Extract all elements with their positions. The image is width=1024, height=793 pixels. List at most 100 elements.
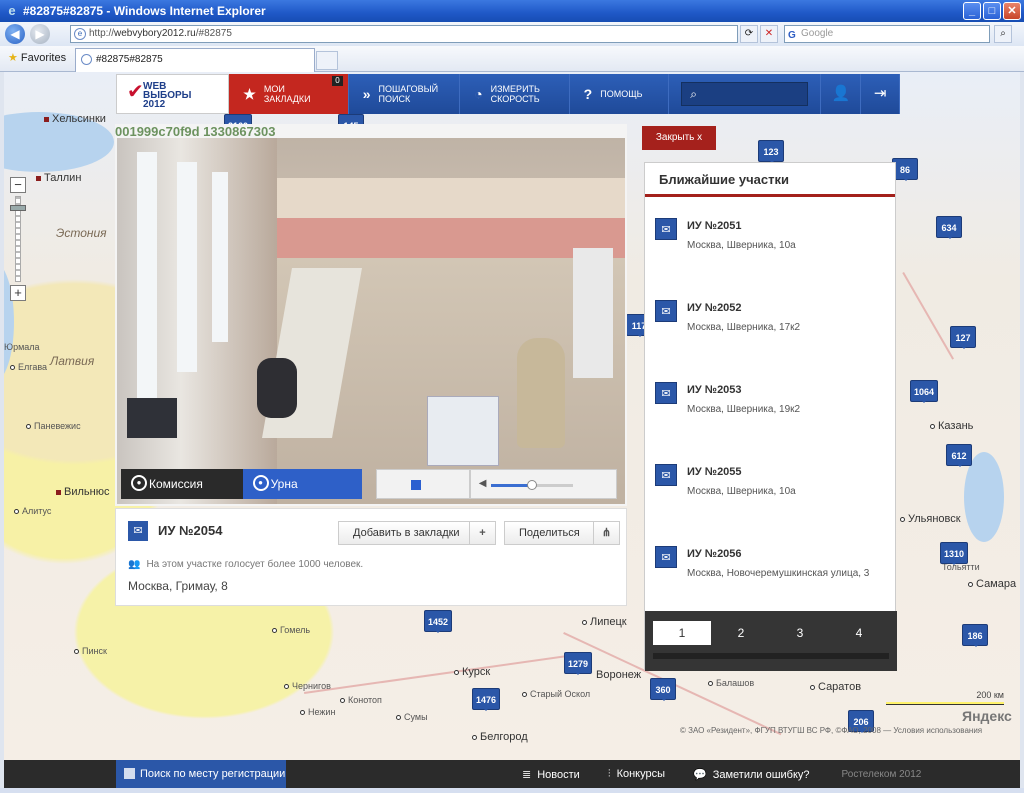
map-scale: 200 км (886, 690, 1004, 710)
station-cluster-marker[interactable]: 1310 (940, 542, 969, 565)
register-search-button[interactable]: Поиск по месту регистрации (116, 760, 286, 788)
btn-label: Добавить в закладки (353, 527, 460, 539)
nearest-station-item[interactable]: ✉ ИУ №2051 Москва, Шверника, 10а (645, 200, 897, 280)
camera-urn-button[interactable]: ● Урна (242, 469, 363, 499)
station-cluster-marker[interactable]: 360 (650, 678, 676, 701)
country-label: Эстония (56, 226, 107, 240)
share-button[interactable]: Поделиться ⋔ (504, 521, 620, 545)
favorites-button[interactable]: ★ Favorites (8, 51, 66, 64)
camera-id-caption: 001999c70f9d 1330867303 (115, 124, 276, 139)
stop-button[interactable]: ✕ (760, 25, 778, 43)
logo-line-3: 2012 (143, 99, 166, 110)
zoom-out-button[interactable]: − (10, 177, 26, 193)
nav-help[interactable]: ? Помощь (570, 74, 670, 114)
station-item-title: ИУ №2052 (687, 302, 742, 314)
search-icon: ⌕ (690, 87, 697, 101)
nav-label: Помощь (600, 89, 643, 99)
contests-link[interactable]: ⫶ Конкурсы (608, 768, 665, 781)
camera-icon: ● (131, 475, 147, 491)
station-cluster-marker[interactable]: 1452 (424, 610, 453, 633)
close-panel-button[interactable]: Закрыть x (642, 126, 716, 150)
stop-button[interactable] (376, 469, 470, 499)
station-item-title: ИУ №2056 (687, 548, 742, 560)
btn-label: Поделиться (519, 527, 580, 539)
favorites-label: Favorites (20, 52, 67, 64)
btn-label: Поиск по месту регистрации (140, 768, 286, 780)
nearest-station-item[interactable]: ✉ ИУ №2053 Москва, Шверника, 19к2 (645, 364, 897, 444)
close-window-button[interactable]: ✕ (1003, 2, 1021, 20)
station-cluster-marker[interactable]: 1064 (910, 380, 939, 403)
city-label: Ульяновск (900, 513, 961, 525)
station-cluster-marker[interactable]: 1279 (564, 652, 593, 675)
forward-button[interactable]: ▶ (30, 24, 50, 44)
nearest-station-item[interactable]: ✉ ИУ №2052 Москва, Шверника, 17к2 (645, 282, 897, 362)
speaker-icon: ◀ (478, 478, 487, 489)
star-icon: ★ (8, 52, 18, 64)
ie-logo-icon: e (8, 3, 16, 18)
city-label: Сумы (396, 712, 428, 722)
station-cluster-marker[interactable]: 1476 (472, 688, 501, 711)
station-cluster-marker[interactable]: 634 (936, 216, 962, 239)
page-3-button[interactable]: 3 (771, 621, 829, 645)
search-button[interactable]: ⌕ (994, 25, 1012, 43)
new-tab-button[interactable] (316, 51, 338, 70)
map-road (304, 653, 582, 694)
map-road (902, 272, 954, 360)
page-icon: e (74, 28, 86, 40)
nearest-stations-panel: Ближайшие участки ✉ ИУ №2051 Москва, Шверн… (644, 162, 897, 671)
maximize-button[interactable]: □ (983, 2, 1001, 20)
address-input[interactable]: e http://webvybory2012.ru/#82875 (70, 25, 738, 43)
city-label: Балашов (708, 678, 754, 688)
add-bookmark-button[interactable]: Добавить в закладки + (338, 521, 496, 545)
nav-label: поиск (378, 94, 411, 104)
search-input[interactable]: G Google (784, 25, 990, 43)
camera-video-frame[interactable] (117, 138, 625, 504)
news-link[interactable]: ≣ Новости (522, 768, 580, 781)
volume-control[interactable]: ◀ (469, 469, 617, 499)
city-label: Пинск (74, 646, 107, 656)
btn-label: Комиссия (149, 477, 203, 491)
nearest-station-item[interactable]: ✉ ИУ №2056 Москва, Новочеремушкинская улиц… (645, 528, 897, 608)
news-icon: ≣ (522, 768, 532, 781)
station-cluster-marker[interactable]: 612 (946, 444, 972, 467)
user-icon[interactable]: 👤 (820, 74, 860, 114)
station-title: ИУ №2054 (158, 523, 223, 538)
station-cluster-marker[interactable]: 123 (758, 140, 784, 163)
browser-tab[interactable]: #82875#82875 (75, 48, 315, 72)
city-label: Нежин (300, 707, 335, 717)
station-item-address: Москва, Новочеремушкинская улица, 3 (687, 568, 870, 579)
pager-scrollbar[interactable] (653, 653, 889, 659)
zoom-slider-knob[interactable] (10, 205, 26, 211)
nav-measure-speed[interactable]: ◔ Измерить скорость (460, 74, 570, 114)
logout-icon[interactable]: ⇥ (860, 74, 900, 114)
station-cluster-marker[interactable]: 186 (962, 624, 988, 647)
passport-icon (124, 768, 135, 779)
site-search-input[interactable]: ⌕ (681, 82, 809, 106)
city-label: Воронеж (596, 669, 642, 681)
yandex-logo: Яндекс (962, 708, 1012, 724)
google-icon: G (788, 30, 796, 41)
window-title: #82875#82875 - Windows Internet Explorer (23, 4, 266, 18)
right-frame (1020, 72, 1024, 788)
volume-slider[interactable] (490, 480, 573, 490)
station-address: Москва, Гримау, 8 (128, 579, 228, 593)
page-4-button[interactable]: 4 (830, 621, 888, 645)
nearest-station-item[interactable]: ✉ ИУ №2055 Москва, Шверника, 10а (645, 446, 897, 526)
page-2-button[interactable]: 2 (712, 621, 770, 645)
zoom-in-button[interactable]: + (10, 285, 26, 301)
nav-label: Измерить (490, 84, 540, 94)
nav-my-bookmarks[interactable]: ★ Мои закладки 0 (229, 74, 349, 114)
volume-knob[interactable] (526, 480, 537, 490)
city-label: Старый Оскол (522, 689, 590, 699)
report-error-link[interactable]: 💬 Заметили ошибку? (693, 768, 810, 781)
page-1-button[interactable]: 1 (653, 621, 711, 645)
camera-commission-button[interactable]: ● Комиссия (121, 469, 243, 499)
minimize-button[interactable]: _ (963, 2, 981, 20)
station-cluster-marker[interactable]: 127 (950, 326, 976, 349)
steps-icon: » (362, 86, 371, 102)
webvybory-logo[interactable]: ✔ WEB ВЫБОРЫ 2012 (116, 74, 230, 114)
back-button[interactable]: ◀ (5, 24, 25, 44)
refresh-button[interactable]: ⟳ (740, 25, 758, 43)
map-copyright[interactable]: © ЗАО «Резидент», ФГУП ВТУГШ ВС РФ, ©ФАО… (680, 726, 982, 735)
nav-step-search[interactable]: » Пошаговый поиск (349, 74, 461, 114)
